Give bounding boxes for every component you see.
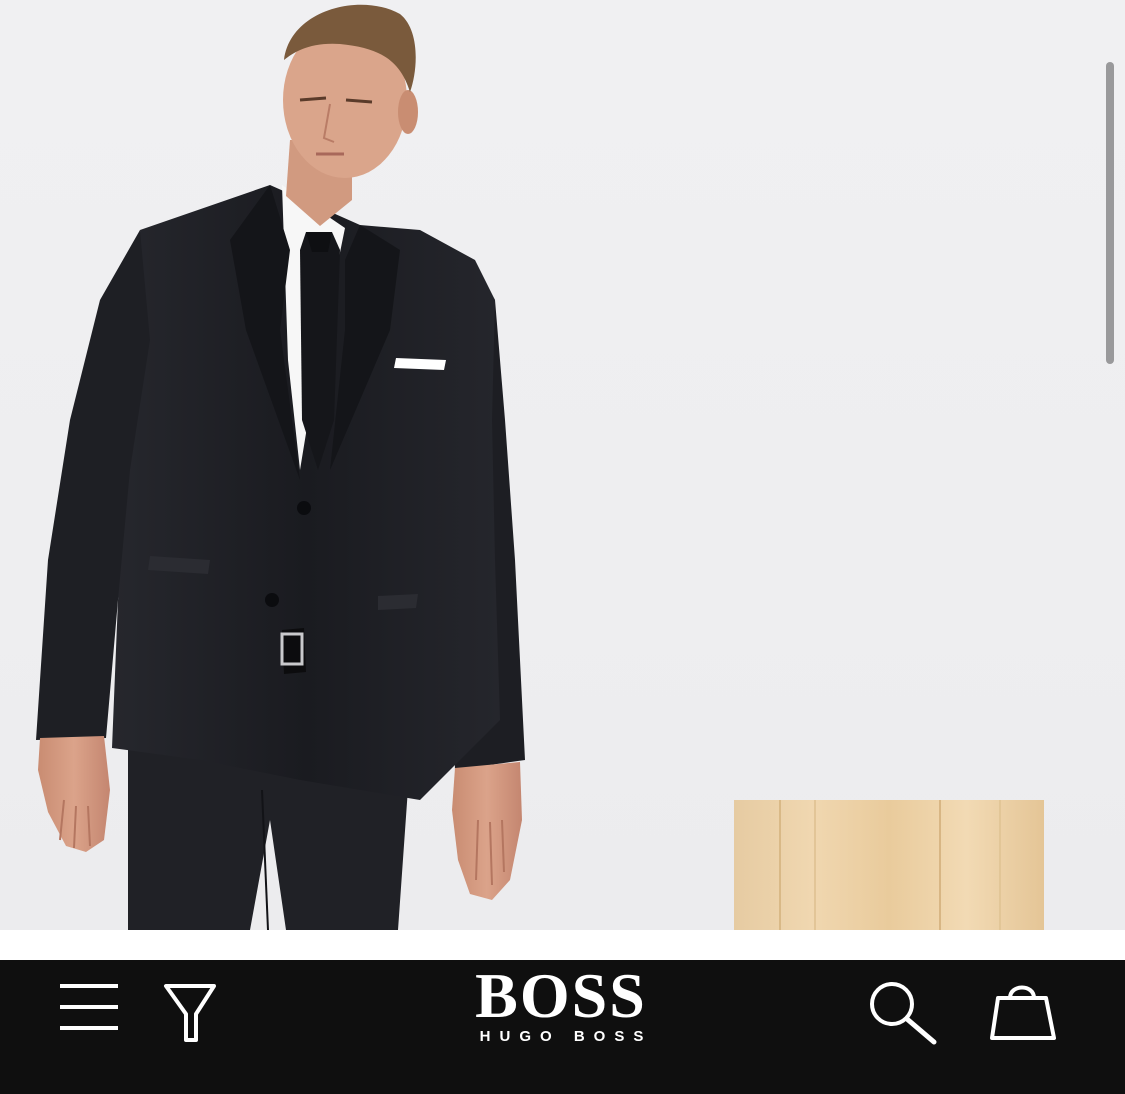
hero-image [0,0,1125,930]
bottom-navbar: BOSS HUGO BOSS [0,960,1125,1094]
spacer [0,930,1125,960]
menu-button[interactable] [56,980,122,1034]
filter-funnel-icon [164,984,216,1042]
product-page: BOSS HUGO BOSS [0,0,1125,1094]
shopping-bag-button[interactable] [984,974,1062,1044]
shopping-bag-icon [990,985,1056,1040]
logo-main-text: BOSS [475,960,647,1031]
scrollbar[interactable] [1106,62,1114,364]
model-photo [36,4,1044,930]
hamburger-menu-icon [60,984,118,1030]
filter-button[interactable] [160,980,220,1046]
search-button[interactable] [864,974,940,1046]
magnifier-icon [870,982,937,1045]
brand-logo[interactable]: BOSS HUGO BOSS [440,960,682,1050]
